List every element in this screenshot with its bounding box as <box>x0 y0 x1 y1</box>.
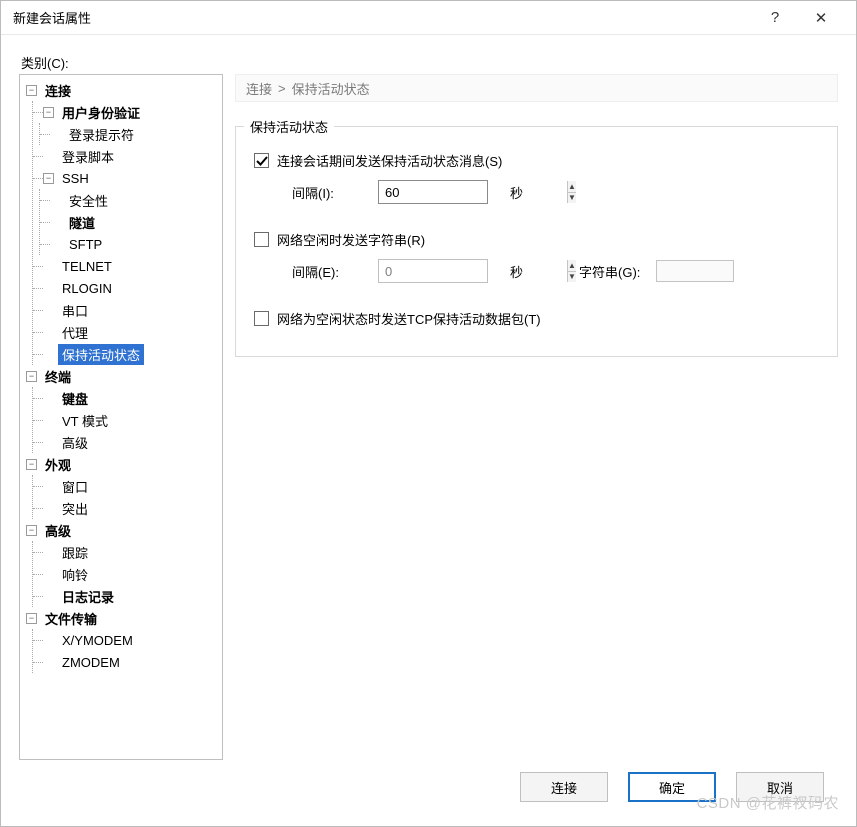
titlebar: 新建会话属性 ? ✕ <box>1 1 856 35</box>
tree-keyboard[interactable]: 键盘 <box>33 387 220 409</box>
tree-ssh-security[interactable]: 安全性 <box>40 189 220 211</box>
breadcrumb: 连接 > 保持活动状态 <box>235 74 838 102</box>
tree-file-transfer[interactable]: − 文件传输 <box>26 607 220 629</box>
spin-down-icon: ▼ <box>568 272 576 283</box>
collapse-icon[interactable]: − <box>43 173 54 184</box>
collapse-icon[interactable]: − <box>26 525 37 536</box>
collapse-icon[interactable]: − <box>26 85 37 96</box>
spin-up-icon[interactable]: ▲ <box>568 181 576 193</box>
spin-down-icon[interactable]: ▼ <box>568 193 576 204</box>
tree-highlight[interactable]: 突出 <box>33 497 220 519</box>
tree-login-prompt[interactable]: 登录提示符 <box>40 123 220 145</box>
interval1-label: 间隔(I): <box>292 183 362 202</box>
string-label: 字符串(G): <box>579 262 640 281</box>
tree-zmodem[interactable]: ZMODEM <box>33 651 220 673</box>
tree-appearance[interactable]: − 外观 <box>26 453 220 475</box>
collapse-icon[interactable]: − <box>43 107 54 118</box>
category-label: 类别(C): <box>21 53 838 72</box>
spin-up-icon: ▲ <box>568 260 576 272</box>
tree-telnet[interactable]: TELNET <box>33 255 220 277</box>
collapse-icon[interactable]: − <box>26 459 37 470</box>
interval1-input[interactable]: ▲ ▼ <box>378 180 488 204</box>
chk-session-keepalive[interactable]: 连接会话期间发送保持活动状态消息(S) <box>254 151 502 170</box>
dialog-footer: 连接 确定 取消 <box>19 760 838 814</box>
tree-proxy[interactable]: 代理 <box>33 321 220 343</box>
tree-vt-mode[interactable]: VT 模式 <box>33 409 220 431</box>
window-title: 新建会话属性 <box>13 8 752 27</box>
tree-xymodem[interactable]: X/YMODEM <box>33 629 220 651</box>
group-title: 保持活动状态 <box>244 117 334 136</box>
chevron-right-icon: > <box>278 81 286 96</box>
tree-trace[interactable]: 跟踪 <box>33 541 220 563</box>
collapse-icon[interactable]: − <box>26 613 37 624</box>
tree-window[interactable]: 窗口 <box>33 475 220 497</box>
tree-keepalive[interactable]: 保持活动状态 <box>33 343 220 365</box>
help-icon[interactable]: ? <box>752 1 798 35</box>
interval2-input: ▲ ▼ <box>378 259 488 283</box>
close-icon[interactable]: ✕ <box>798 1 844 35</box>
string-input <box>656 260 734 282</box>
tree-auth[interactable]: − 用户身份验证 <box>33 101 220 123</box>
checkbox-icon <box>254 311 269 326</box>
tree-advanced[interactable]: − 高级 <box>26 519 220 541</box>
cancel-button[interactable]: 取消 <box>736 772 824 802</box>
tree-terminal[interactable]: − 终端 <box>26 365 220 387</box>
tree-ssh-sftp[interactable]: SFTP <box>40 233 220 255</box>
tree-ssh[interactable]: − SSH <box>33 167 220 189</box>
breadcrumb-part: 连接 <box>246 79 272 98</box>
tree-rlogin[interactable]: RLOGIN <box>33 277 220 299</box>
checkbox-icon <box>254 232 269 247</box>
tree-connection[interactable]: − 连接 <box>26 79 220 101</box>
tree-serial[interactable]: 串口 <box>33 299 220 321</box>
tree-bell[interactable]: 响铃 <box>33 563 220 585</box>
collapse-icon[interactable]: − <box>26 371 37 382</box>
tree-term-adv[interactable]: 高级 <box>33 431 220 453</box>
checkbox-icon <box>254 153 269 168</box>
keepalive-group: 保持活动状态 连接会话期间发送保持活动状态消息(S) 间隔(I): <box>235 126 838 357</box>
seconds-label: 秒 <box>510 262 523 281</box>
interval1-value[interactable] <box>379 181 567 203</box>
tree-login-script[interactable]: 登录脚本 <box>33 145 220 167</box>
connect-button[interactable]: 连接 <box>520 772 608 802</box>
chk-tcp-keepalive[interactable]: 网络为空闲状态时发送TCP保持活动数据包(T) <box>254 309 541 328</box>
chk-idle-string[interactable]: 网络空闲时发送字符串(R) <box>254 230 425 249</box>
interval2-value <box>379 260 567 282</box>
ok-button[interactable]: 确定 <box>628 772 716 802</box>
seconds-label: 秒 <box>510 183 523 202</box>
interval2-label: 间隔(E): <box>292 262 362 281</box>
category-tree[interactable]: − 连接 − 用户身份验证 登录提示符 <box>19 74 223 760</box>
tree-ssh-tunnel[interactable]: 隧道 <box>40 211 220 233</box>
breadcrumb-part: 保持活动状态 <box>292 79 370 98</box>
tree-logging[interactable]: 日志记录 <box>33 585 220 607</box>
